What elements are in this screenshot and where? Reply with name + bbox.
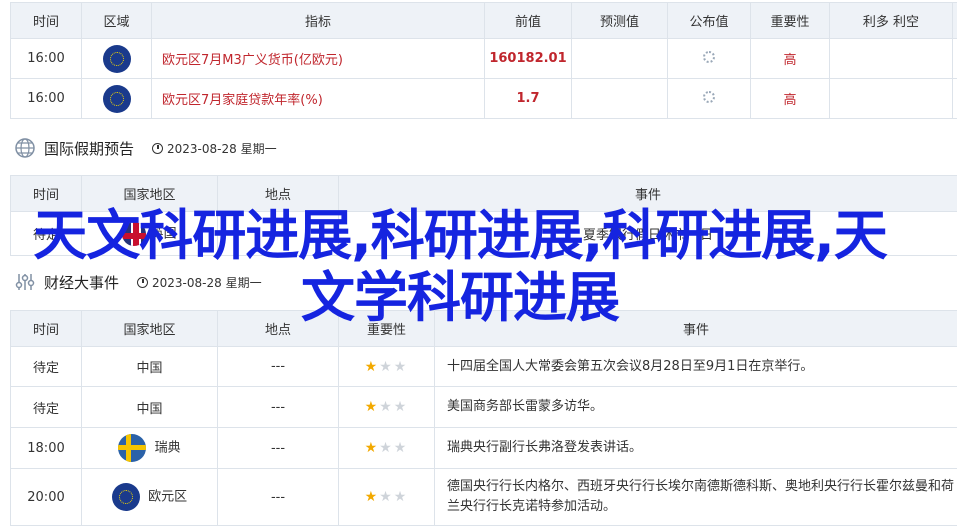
star-icon: ★★ [379, 399, 409, 415]
row-time: 20:00 [10, 468, 82, 526]
row-time: 16:00 [10, 78, 82, 119]
star-icon: ★ [364, 440, 380, 456]
indicator-link[interactable]: 欧元区7月家庭贷款年率(%) [151, 78, 485, 119]
row-place: --- [217, 386, 339, 428]
bull-bear-value [829, 78, 953, 119]
header-bull-bear: 利多 利空 [829, 2, 953, 39]
events-table: 时间 国家地区 地点 重要性 事件 待定 中国 --- ★★★ 十四届全国人大常… [10, 310, 957, 526]
table-row: 20:00 欧元区 --- ★★★ 德国央行行长内格尔、西班牙央行行长埃尔南德斯… [10, 468, 957, 526]
row-event: 瑞典央行副行长弗洛登发表讲话。 [434, 427, 957, 469]
table-row: 16:00 欧元区7月M3广义货币(亿欧元) 160182.01 高 [10, 38, 957, 79]
table-row: 18:00 瑞典 --- ★★★ 瑞典央行副行长弗洛登发表讲话。 [10, 427, 957, 469]
forecast-value [571, 78, 668, 119]
eu-flag-icon [111, 483, 140, 511]
loading-icon [703, 90, 715, 103]
header-importance: 重要性 [750, 2, 830, 39]
holiday-date: 2023-08-28 星期一 [167, 141, 277, 156]
row-country: 中国 [81, 346, 218, 387]
star-icon: ★ [364, 399, 380, 415]
row-event: 美国商务部长雷蒙多访华。 [434, 386, 957, 428]
header-forecast: 预测值 [571, 2, 668, 39]
row-place: --- [217, 346, 339, 387]
sweden-flag-icon [118, 434, 147, 462]
importance-value: 高 [750, 78, 830, 119]
row-time: 待定 [10, 346, 82, 387]
star-icon: ★ [364, 489, 380, 505]
header-actual: 公布值 [667, 2, 751, 39]
importance-stars: ★★★ [338, 386, 435, 428]
bull-bear-value [829, 38, 953, 79]
star-icon: ★★ [379, 358, 409, 375]
row-time: 待定 [10, 386, 82, 428]
row-event: 德国央行行长内格尔、西班牙央行行长埃尔南德斯德科斯、奥地利央行行长霍尔兹曼和荷兰… [434, 468, 957, 526]
header-time: 时间 [10, 2, 82, 39]
row-place: --- [217, 468, 339, 526]
holiday-section-header: 国际假期预告 2023-08-28 星期一 [14, 136, 277, 160]
importance-stars: ★★★ [338, 346, 435, 387]
previous-value: 1.7 [484, 78, 572, 119]
row-event: 十四届全国人大常委会第五次会议8月28日至9月1日在京举行。 [434, 346, 957, 387]
table-row: 待定 中国 --- ★★★ 美国商务部长雷蒙多访华。 [10, 386, 957, 428]
eu-flag-icon [102, 84, 131, 113]
loading-icon [703, 50, 715, 63]
forecast-value [571, 38, 668, 79]
previous-value: 160182.01 [484, 38, 572, 79]
header-indicator: 指标 [151, 2, 485, 39]
indicators-table: 时间 区域 指标 前值 预测值 公布值 重要性 利多 利空 解读 16:00 欧… [10, 2, 957, 119]
indicator-link[interactable]: 欧元区7月M3广义货币(亿欧元) [151, 38, 485, 79]
star-icon: ★ [364, 358, 380, 375]
row-place: --- [217, 427, 339, 469]
overlay-title: 天文科研进展,科研进展,科研进展,天文学科研进展 [33, 204, 888, 329]
row-country: 中国 [81, 386, 218, 428]
row-time: 16:00 [10, 38, 82, 79]
eu-flag-icon [102, 44, 131, 73]
header-region: 区域 [81, 2, 152, 39]
table-row: 待定 中国 --- ★★★ 十四届全国人大常委会第五次会议8月28日至9月1日在… [10, 346, 957, 387]
row-time: 18:00 [10, 427, 82, 469]
country-name: 瑞典 [154, 440, 181, 456]
importance-stars: ★★★ [338, 427, 435, 469]
importance-stars: ★★★ [338, 468, 435, 526]
table-row: 16:00 欧元区7月家庭贷款年率(%) 1.7 高 [10, 78, 957, 119]
star-icon: ★★ [379, 440, 409, 456]
star-icon: ★★ [379, 489, 409, 505]
clock-icon [152, 142, 164, 154]
globe-icon [15, 138, 35, 158]
header-analysis: 解读 [952, 2, 957, 39]
holiday-title: 国际假期预告 [44, 139, 135, 158]
importance-value: 高 [750, 38, 830, 79]
header-previous: 前值 [484, 2, 572, 39]
country-name: 欧元区 [148, 489, 188, 505]
